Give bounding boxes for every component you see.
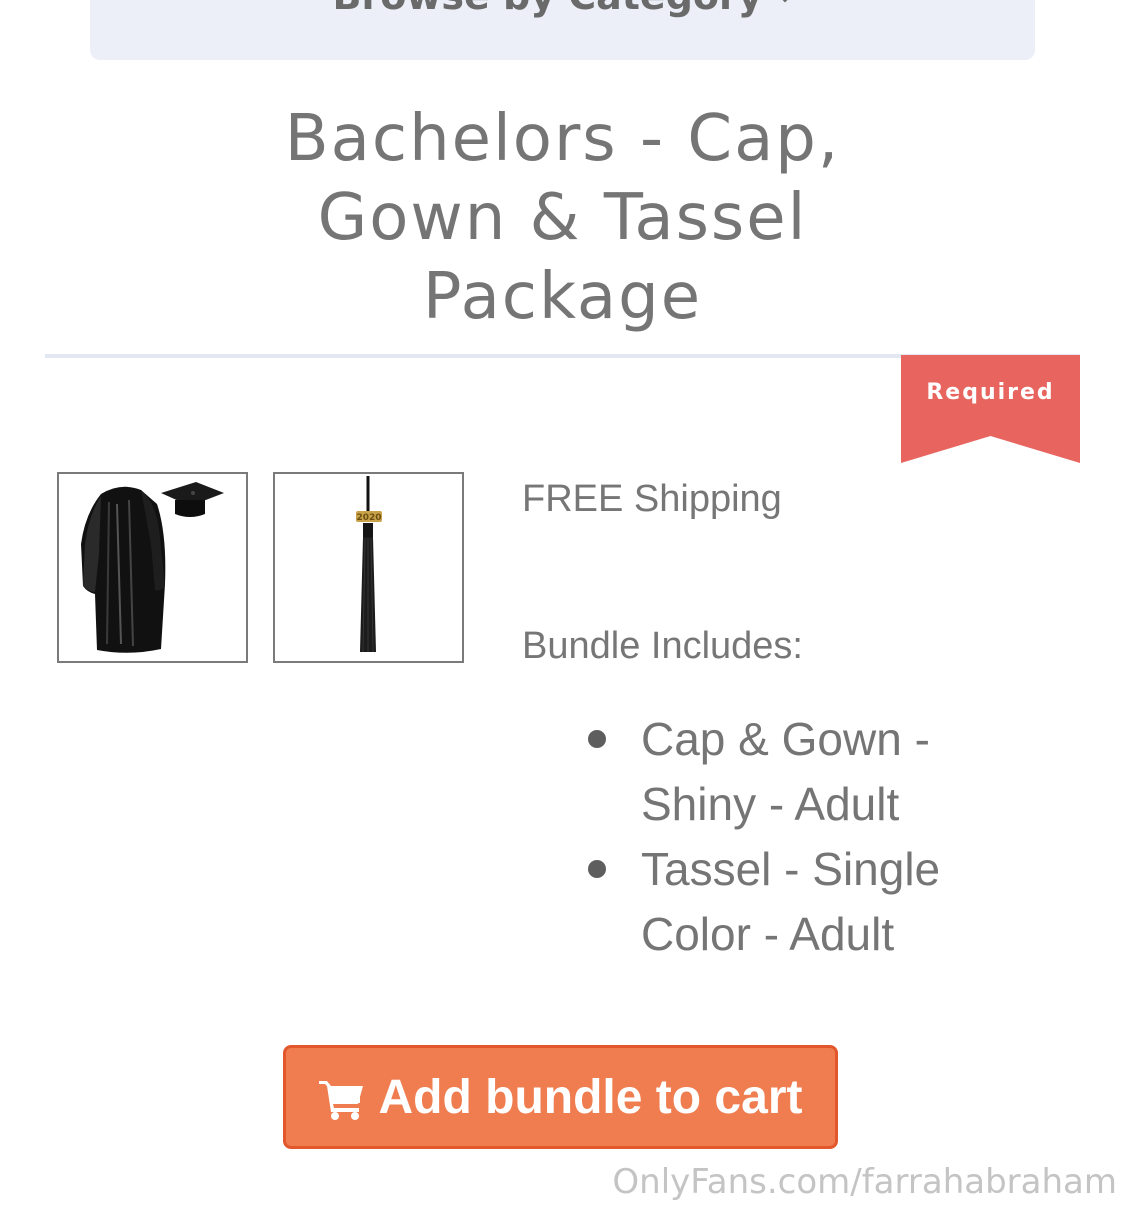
add-bundle-to-cart-label: Add bundle to cart [378,1070,803,1124]
required-badge: Required [901,355,1080,463]
tassel-image: 2020 [356,476,382,653]
cap-gown-image [81,482,224,653]
bundle-item: Cap & Gown - Shiny - Adult [580,707,1000,837]
chevron-down-icon [773,0,796,3]
add-bundle-to-cart-button[interactable]: Add bundle to cart [283,1045,838,1149]
bundle-item-label: Cap & Gown - Shiny - Adult [641,713,930,830]
browse-by-category-dropdown[interactable]: Browse by Category [90,0,1035,60]
bullet-icon [588,860,606,878]
bundle-includes-label: Bundle Includes: [522,625,803,667]
bundle-item-label: Tassel - Single Color - Adult [641,843,941,960]
browse-by-category-label: Browse by Category [90,0,1035,16]
tassel-thumbnail[interactable]: 2020 [273,472,464,663]
ribbon-shape [901,355,1080,463]
watermark-text: OnlyFans.com/farrahabraham [612,1162,1117,1202]
free-shipping-text: FREE Shipping [522,478,782,520]
shopping-cart-icon [318,1081,363,1120]
tassel-year-charm: 2020 [356,513,381,523]
product-title: Bachelors - Cap, Gown & Tassel Package [284,102,841,334]
bundle-items-list: Cap & Gown - Shiny - Adult Tassel - Sing… [580,707,1000,967]
bullet-icon [588,730,606,748]
bundle-item: Tassel - Single Color - Adult [580,837,1000,967]
required-badge-label: Required [926,380,1055,405]
cap-gown-thumbnail[interactable] [57,472,248,663]
